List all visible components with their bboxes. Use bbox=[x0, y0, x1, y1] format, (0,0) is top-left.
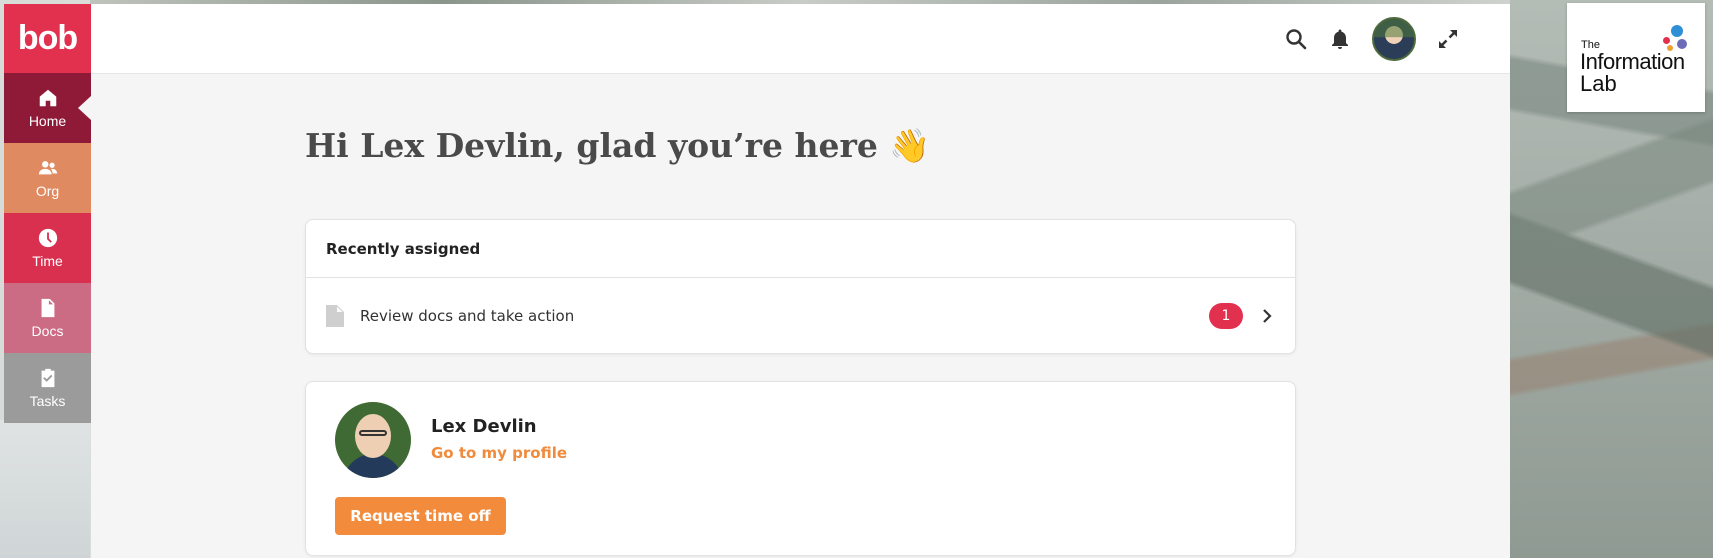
sidebar-item-tasks[interactable]: Tasks bbox=[4, 353, 91, 423]
notifications-button[interactable] bbox=[1318, 16, 1362, 62]
sidebar-item-label: Docs bbox=[31, 323, 64, 339]
clock-icon bbox=[38, 228, 57, 248]
sidebar-item-label: Tasks bbox=[29, 393, 66, 409]
sidebar-item-time[interactable]: Time bbox=[4, 213, 91, 283]
list-item-label: Review docs and take action bbox=[360, 307, 575, 325]
list-item[interactable]: Review docs and take action 1 bbox=[306, 278, 1295, 354]
count-badge: 1 bbox=[1209, 303, 1243, 329]
card-title: Recently assigned bbox=[306, 220, 1295, 278]
sidebar-item-label: Home bbox=[28, 113, 67, 129]
home-icon bbox=[39, 89, 56, 107]
logo-dot bbox=[1667, 45, 1673, 51]
expand-icon bbox=[1439, 30, 1457, 48]
bell-icon bbox=[1332, 29, 1348, 49]
app-logo-text: bob bbox=[17, 19, 78, 57]
sidebar-item-docs[interactable]: Docs bbox=[4, 283, 91, 353]
main-panel: Hi Lex Devlin, glad you’re here 👋 Recent… bbox=[91, 4, 1510, 558]
profile-card: Lex Devlin Go to my profile Request time… bbox=[305, 381, 1296, 556]
search-icon bbox=[1286, 29, 1307, 50]
user-avatar[interactable] bbox=[1372, 17, 1416, 61]
chevron-right-icon bbox=[1263, 309, 1272, 323]
top-bar bbox=[91, 4, 1510, 74]
sidebar: bob Home Org Time Docs Tasks bbox=[4, 4, 91, 423]
sidebar-item-home[interactable]: Home bbox=[4, 73, 91, 143]
logo-dot bbox=[1677, 39, 1687, 49]
document-icon bbox=[41, 298, 54, 318]
company-logo: The Information Lab bbox=[1567, 3, 1705, 112]
profile-link[interactable]: Go to my profile bbox=[431, 444, 567, 462]
app-logo[interactable]: bob bbox=[4, 4, 91, 73]
profile-avatar[interactable] bbox=[335, 402, 411, 478]
recently-assigned-card: Recently assigned Review docs and take a… bbox=[305, 219, 1296, 354]
logo-dot bbox=[1663, 37, 1670, 44]
company-logo-line3: Lab bbox=[1580, 71, 1617, 96]
sidebar-item-label: Time bbox=[32, 253, 63, 269]
sidebar-item-org[interactable]: Org bbox=[4, 143, 91, 213]
profile-name: Lex Devlin bbox=[431, 416, 537, 437]
greeting-heading: Hi Lex Devlin, glad you’re here 👋 bbox=[305, 126, 931, 165]
logo-dot bbox=[1671, 25, 1683, 37]
clipboard-check-icon bbox=[41, 368, 54, 388]
top-bar-actions bbox=[1274, 16, 1470, 62]
search-button[interactable] bbox=[1274, 16, 1318, 62]
people-icon bbox=[38, 161, 57, 175]
document-icon bbox=[326, 305, 344, 327]
request-time-off-button[interactable]: Request time off bbox=[335, 497, 506, 535]
sidebar-item-label: Org bbox=[35, 183, 60, 199]
background-corner bbox=[0, 420, 90, 558]
expand-button[interactable] bbox=[1426, 16, 1470, 62]
